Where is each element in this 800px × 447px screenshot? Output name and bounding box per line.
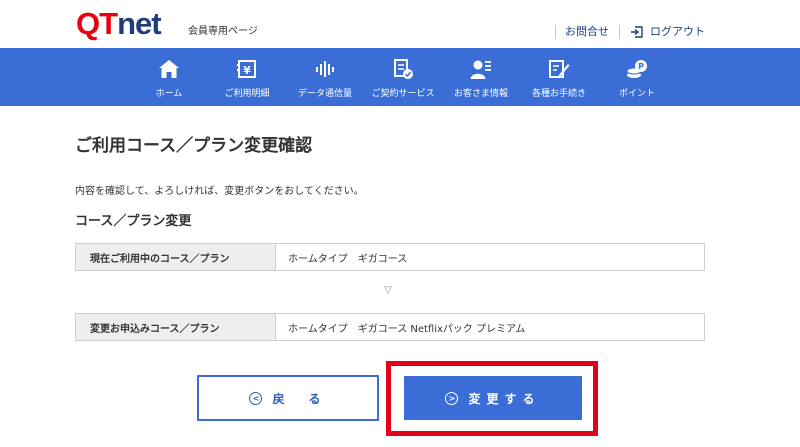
new-plan-label: 変更お申込みコース／プラン bbox=[76, 314, 276, 340]
points-icon: P bbox=[626, 60, 647, 78]
logout-link[interactable]: ログアウト bbox=[630, 25, 705, 39]
current-plan-row: 現在ご利用中のコース／プラン ホームタイプ ギガコース bbox=[75, 243, 705, 271]
nav-item-home[interactable]: ホーム bbox=[130, 48, 208, 106]
site-header: QT net 会員専用ページ お問合せ ログアウト bbox=[0, 0, 800, 48]
new-plan-row: 変更お申込みコース／プラン ホームタイプ ギガコース Netflixパック プレ… bbox=[75, 313, 705, 341]
customer-info-icon bbox=[470, 60, 491, 79]
statement-icon: ¥ bbox=[237, 60, 256, 78]
logo-qt: QT bbox=[76, 6, 118, 41]
section-title: コース／プラン変更 bbox=[75, 214, 192, 229]
current-plan-value: ホームタイプ ギガコース bbox=[288, 253, 408, 265]
change-button[interactable]: > 変更する bbox=[404, 376, 582, 420]
change-button-label: 変更する bbox=[468, 391, 541, 406]
current-plan-label: 現在ご利用中のコース／プラン bbox=[76, 244, 276, 270]
nav-label: 各種お手続き bbox=[531, 89, 586, 99]
contract-icon bbox=[394, 59, 413, 79]
nav-label: ご契約サービス bbox=[371, 89, 435, 99]
home-icon bbox=[159, 60, 179, 78]
member-page-subtitle: 会員専用ページ bbox=[188, 26, 258, 37]
logout-icon bbox=[631, 26, 643, 38]
nav-item-contract[interactable]: ご契約サービス bbox=[364, 48, 442, 106]
back-button-label: 戻 る bbox=[272, 391, 327, 406]
contact-link[interactable]: お問合せ bbox=[565, 25, 609, 39]
nav-item-points[interactable]: P ポイント bbox=[598, 48, 676, 106]
nav-label: お客さま情報 bbox=[453, 89, 508, 99]
nav-label: ご利用明細 bbox=[224, 89, 270, 99]
divider bbox=[555, 25, 556, 39]
intro-text: 内容を確認して、よろしければ、変更ボタンをおしてください。 bbox=[75, 186, 364, 197]
nav-item-procedures[interactable]: 各種お手続き bbox=[520, 48, 598, 106]
data-usage-icon bbox=[316, 61, 334, 77]
main-nav: ホーム ¥ ご利用明細 データ通信量 ご契約サービス お客さま情報 各種お手続き… bbox=[0, 48, 800, 106]
svg-text:P: P bbox=[638, 62, 644, 71]
top-links: お問合せ ログアウト bbox=[555, 25, 705, 39]
back-button[interactable]: < 戻 る bbox=[197, 375, 379, 421]
qtnet-logo[interactable]: QT net bbox=[76, 6, 162, 41]
divider bbox=[619, 25, 620, 39]
logo-net: net bbox=[117, 6, 161, 41]
page-title: ご利用コース／プラン変更確認 bbox=[75, 136, 313, 156]
nav-item-data-usage[interactable]: データ通信量 bbox=[286, 48, 364, 106]
svg-text:¥: ¥ bbox=[243, 64, 251, 77]
new-plan-value: ホームタイプ ギガコース Netflixパック プレミアム bbox=[288, 323, 526, 335]
chevron-left-icon: < bbox=[249, 391, 263, 405]
nav-item-statement[interactable]: ¥ ご利用明細 bbox=[208, 48, 286, 106]
nav-label: ホーム bbox=[155, 89, 183, 99]
chevron-right-icon: > bbox=[445, 391, 459, 405]
down-arrow-icon: ▽ bbox=[384, 285, 392, 296]
procedures-icon bbox=[549, 60, 570, 78]
logout-label: ログアウト bbox=[650, 25, 705, 38]
nav-label: ポイント bbox=[618, 89, 655, 99]
nav-item-customer-info[interactable]: お客さま情報 bbox=[442, 48, 520, 106]
nav-label: データ通信量 bbox=[297, 89, 352, 99]
